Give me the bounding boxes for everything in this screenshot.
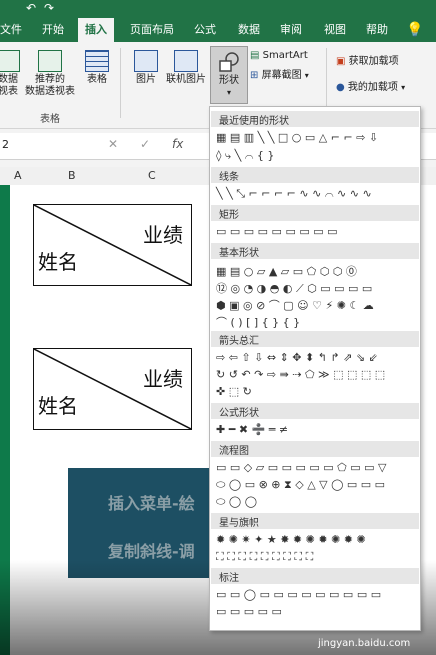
tab-file[interactable]: 文件 [0, 18, 22, 42]
shape-row-callouts-2[interactable]: ▭ ▭ ▭ ▭ ▭ [216, 605, 282, 619]
shape-row-basic-4[interactable]: ⌒ ( ) [ ] { } { } [216, 314, 300, 329]
shape-row-arrows-1[interactable]: ⇨ ⇦ ⇧ ⇩ ⇔ ⇕ ✥ ⬍ ↰ ↱ ⇗ ⇘ ⇙ [216, 351, 378, 365]
shape-row-basic-1[interactable]: ▦ ▤ ○ ▱ ▲ ▱ ▭ ⬠ ⬡ ⬡ ⓪ [216, 263, 357, 278]
screenshot-icon: ⊞ [250, 70, 259, 81]
shape-row-flow-3[interactable]: ⬭ ◯ ◯ [216, 495, 257, 509]
addins-icon: ● [336, 82, 345, 93]
shape-row-stars-2[interactable]: ⛶ ⛶ ⛶ ⛶ ⛶ ⛶ ⛶ ⛶ ⛶ [216, 550, 313, 564]
shape-row-basic-2[interactable]: ⑫ ◎ ◔ ◑ ◓ ◐ ⟋ ⬡ ▭ ▭ ▭ ▭ [216, 280, 372, 295]
smartart-button[interactable]: ▤ SmartArt [250, 50, 314, 62]
cancel-icon[interactable]: ✕ [108, 137, 118, 151]
shape-row-equation[interactable]: ✚ ━ ✖ ➗ ═ ≠ [216, 423, 288, 437]
shape-row-arrows-3[interactable]: ✜ ⬚ ↻ [216, 385, 252, 399]
shape-row-recent-2[interactable]: ◊ ⤷ ╲ ⌒ { } [216, 149, 274, 163]
tab-review[interactable]: 审阅 [274, 18, 308, 42]
cell-bottom-left-label: 姓名 [38, 394, 78, 418]
section-recent: 最近使用的形状 [211, 111, 419, 127]
shapes-dropdown: 最近使用的形状 ▦ ▤ ▥ ╲ ╲ □ ○ ▭ △ ⌐ ⌐ ⇨ ⇩ ◊ ⤷ ╲ … [209, 106, 421, 631]
shape-row-recent-1[interactable]: ▦ ▤ ▥ ╲ ╲ □ ○ ▭ △ ⌐ ⌐ ⇨ ⇩ [216, 131, 378, 145]
smartart-label: SmartArt [262, 50, 308, 61]
recommended-pivot-button[interactable]: 推荐的 数据透视表 [24, 50, 76, 98]
column-header-a[interactable]: A [14, 169, 22, 182]
section-basic-shapes: 基本形状 [211, 243, 419, 259]
pivot-icon [0, 50, 20, 72]
section-block-arrows: 箭头总汇 [211, 331, 419, 347]
shapes-label: 形状 [219, 75, 239, 86]
section-callouts: 标注 [211, 568, 419, 584]
ribbon-tabs: 文件 开始 插入 页面布局 公式 数据 审阅 视图 帮助 💡 [0, 18, 436, 42]
shape-row-callouts-1[interactable]: ▭ ▭ ◯ ▭ ▭ ▭ ▭ ▭ ▭ ▭ ▭ ▭ [216, 588, 381, 602]
baidu-watermark: Bai 经验 [338, 604, 396, 620]
recommended-pivot-label: 推荐的 数据透视表 [25, 74, 75, 97]
column-header-b[interactable]: B [68, 169, 76, 182]
table-icon [85, 50, 109, 72]
chevron-down-icon: ▾ [226, 88, 231, 97]
my-addins-button[interactable]: ● 我的加载项 ▾ [336, 82, 432, 94]
store-icon: ▣ [336, 56, 346, 67]
shapes-button[interactable]: 形状 ▾ [210, 46, 248, 104]
online-picture-button[interactable]: 联机图片 [162, 50, 210, 86]
get-addins-button[interactable]: ▣ 获取加载项 [336, 56, 432, 68]
enter-icon[interactable]: ✓ [140, 137, 150, 151]
tab-formulas[interactable]: 公式 [188, 18, 222, 42]
banner-line-2: 复制斜线-调 [108, 542, 195, 561]
name-box[interactable]: 2 [2, 138, 72, 153]
shape-row-lines[interactable]: ╲ ╲ ⤡ ⌐ ⌐ ⌐ ⌐ ∿ ∿ ⌒ ∿ ∿ ∿ [216, 187, 372, 201]
diagonal-cell-2[interactable]: 业绩 姓名 [33, 348, 192, 430]
cell-top-right-label: 业绩 [143, 367, 183, 391]
shape-row-arrows-2[interactable]: ↻ ↺ ↶ ↷ ⇨ ⇛ ⇢ ⬠ ≫ ⬚ ⬚ ⬚ ⬚ [216, 368, 385, 382]
picture-icon [134, 50, 158, 72]
shape-row-flow-1[interactable]: ▭ ▭ ◇ ▱ ▭ ▭ ▭ ▭ ▭ ⬠ ▭ ▭ ▽ [216, 461, 386, 475]
redo-icon[interactable]: ↷ [44, 1, 54, 15]
banner-line-1: 插入菜单-絵 [108, 494, 195, 513]
smartart-icon: ▤ [250, 50, 260, 61]
tab-page-layout[interactable]: 页面布局 [124, 18, 180, 42]
get-addins-label: 获取加载项 [348, 56, 399, 67]
table-button[interactable]: 表格 [80, 50, 114, 86]
group-separator [120, 48, 121, 118]
tab-help[interactable]: 帮助 [360, 18, 394, 42]
pivot-table-button[interactable]: 数据 视表 [0, 50, 22, 98]
screenshot-label: 屏幕截图 [261, 70, 302, 81]
my-addins-label: 我的加载项 [347, 82, 398, 93]
section-flowchart: 流程图 [211, 441, 419, 457]
tab-data[interactable]: 数据 [232, 18, 266, 42]
lightbulb-icon[interactable]: 💡 [398, 18, 432, 42]
title-bar: ↶ ↷ [0, 0, 436, 18]
shape-row-basic-3[interactable]: ⬢ ▣ ◎ ⊘ ⌒ ▢ ☺ ♡ ⚡ ✺ ☾ ☁ [216, 297, 374, 312]
chevron-down-icon: ▾ [401, 83, 406, 92]
tables-group-label: 表格 [40, 114, 60, 125]
tab-view[interactable]: 视图 [318, 18, 352, 42]
chevron-down-icon: ▾ [304, 71, 309, 80]
pivot-label: 数据 视表 [0, 74, 18, 97]
recommended-pivot-icon [38, 50, 62, 72]
section-equation-shapes: 公式形状 [211, 403, 419, 419]
shapes-icon [218, 51, 240, 73]
column-header-c[interactable]: C [148, 169, 156, 182]
table-label: 表格 [87, 74, 107, 85]
picture-button[interactable]: 图片 [130, 50, 162, 86]
cell-bottom-left-label: 姓名 [38, 250, 78, 274]
screenshot-button[interactable]: ⊞ 屏幕截图 ▾ [250, 70, 320, 82]
picture-label: 图片 [136, 74, 156, 85]
section-stars-banners: 星与旗帜 [211, 513, 419, 529]
function-button[interactable]: fx [172, 137, 183, 151]
tab-home[interactable]: 开始 [34, 18, 72, 42]
online-picture-icon [174, 50, 198, 72]
shape-row-flow-2[interactable]: ⬭ ◯ ▭ ⊗ ⊕ ⧗ ◇ △ ▽ ◯ ▭ ▭ ▭ [216, 478, 385, 492]
section-lines: 线条 [211, 167, 419, 183]
diagonal-cell-1[interactable]: 业绩 姓名 [33, 204, 192, 286]
section-rectangles: 矩形 [211, 205, 419, 221]
undo-icon[interactable]: ↶ [26, 1, 36, 15]
shape-row-rectangles[interactable]: ▭ ▭ ▭ ▭ ▭ ▭ ▭ ▭ ▭ [216, 225, 338, 239]
online-picture-label: 联机图片 [166, 74, 206, 85]
watermark-url: jingyan.baidu.com [318, 638, 411, 649]
cell-top-right-label: 业绩 [143, 223, 183, 247]
tab-insert[interactable]: 插入 [78, 18, 114, 42]
shape-row-stars-1[interactable]: ✹ ✺ ✷ ✦ ★ ✸ ✹ ✺ ✹ ✺ ✹ ✺ [216, 533, 366, 547]
